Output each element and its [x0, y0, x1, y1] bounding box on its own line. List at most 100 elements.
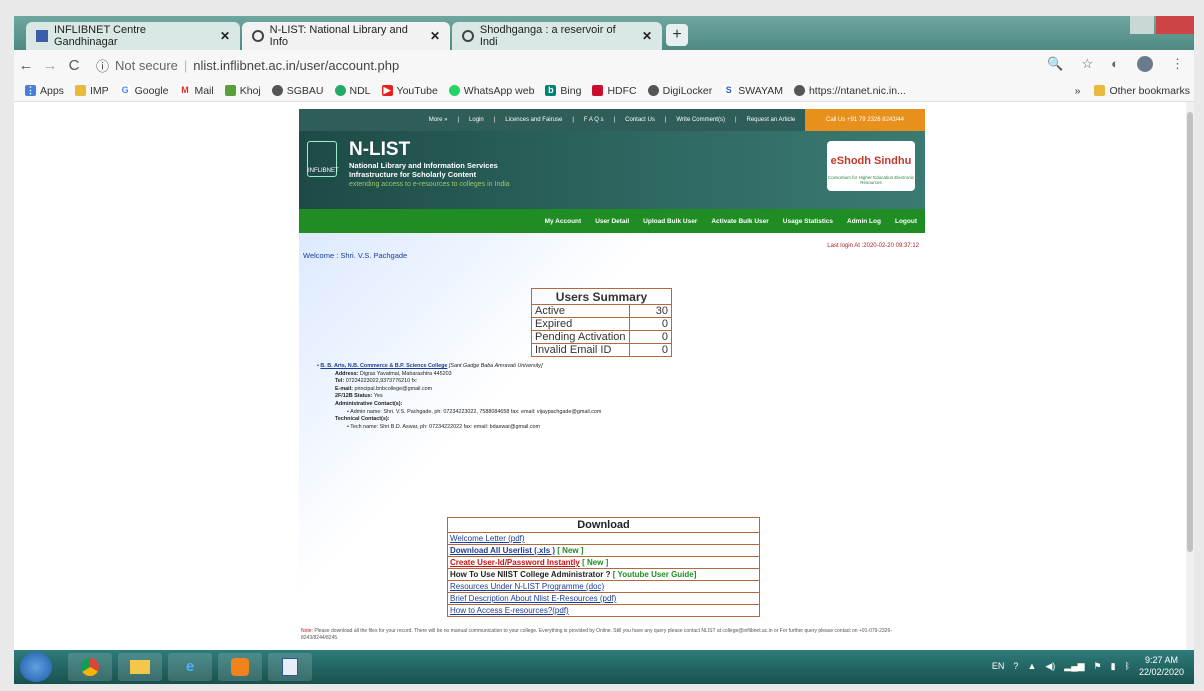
- bookmark-bing[interactable]: b Bing: [545, 85, 581, 97]
- bookmark-ntanet[interactable]: https://ntanet.nic.in...: [793, 85, 906, 97]
- reload-icon[interactable]: C: [62, 57, 86, 74]
- college-email: principal.bnbcollege@gmail.com: [354, 385, 433, 392]
- college-name-link[interactable]: B. B. Arts, N.B. Commerce & B.P. Science…: [320, 363, 447, 369]
- table-row: Resources Under N-LIST Programme (doc): [447, 580, 760, 593]
- brief-description-link[interactable]: Brief Description About Nlist E-Resource…: [450, 594, 616, 603]
- bookmarks-overflow[interactable]: »: [1075, 85, 1081, 97]
- show-hidden-icons[interactable]: ▲: [1027, 661, 1036, 671]
- word-icon[interactable]: [268, 653, 312, 681]
- internet-explorer-icon[interactable]: e: [168, 653, 212, 681]
- chrome-taskbar-icon[interactable]: [68, 653, 112, 681]
- college-details: • B. B. Arts, N.B. Commerce & B.P. Scien…: [317, 363, 602, 430]
- nav-activate-bulk-user[interactable]: Activate Bulk User: [711, 218, 768, 225]
- language-indicator[interactable]: EN: [992, 661, 1005, 671]
- inflibnet-favicon-icon: [36, 30, 48, 42]
- resources-link[interactable]: Resources Under N-LIST Programme (doc): [450, 582, 604, 591]
- profile-avatar-icon[interactable]: [1137, 56, 1153, 72]
- summary-value: 30: [629, 304, 672, 318]
- page-scrollbar[interactable]: [1186, 102, 1194, 650]
- back-arrow-icon[interactable]: ←: [14, 57, 38, 74]
- extension-icon[interactable]: ◐: [1111, 56, 1119, 72]
- windows-start-icon[interactable]: [20, 652, 52, 682]
- bookmark-sgbau[interactable]: SGBAU: [271, 85, 324, 97]
- access-eresources-link[interactable]: How to Access E-resources?(pdf): [450, 606, 569, 615]
- scrollbar-thumb[interactable]: [1187, 112, 1193, 552]
- volume-icon[interactable]: ◀): [1045, 661, 1055, 672]
- media-player-icon[interactable]: [218, 653, 262, 681]
- topnav-write-comment[interactable]: Write Comment(s): [676, 117, 725, 123]
- bookmark-google[interactable]: G Google: [119, 85, 168, 97]
- nav-logout[interactable]: Logout: [895, 218, 917, 225]
- tab-shodhganga[interactable]: Shodhganga : a reservoir of Indi ✕: [452, 22, 662, 50]
- url-field[interactable]: ⓘ Not secure | nlist.inflibnet.ac.in/use…: [96, 56, 1096, 75]
- account-content: Welcome : Shri. V.S. Pachgade Last login…: [299, 233, 925, 650]
- nav-usage-statistics[interactable]: Usage Statistics: [783, 218, 833, 225]
- file-explorer-icon[interactable]: [118, 653, 162, 681]
- brand-line: National Library and Information Service…: [349, 161, 498, 170]
- bluetooth-icon[interactable]: ᛒ: [1125, 661, 1130, 671]
- ndl-icon: [334, 85, 346, 96]
- minimize-button[interactable]: [1130, 16, 1154, 34]
- bookmark-label: IMP: [89, 84, 109, 97]
- close-tab-icon[interactable]: ✕: [634, 29, 652, 43]
- table-row: Welcome Letter (pdf): [447, 532, 760, 545]
- action-center-flag-icon[interactable]: ⚑: [1094, 661, 1102, 672]
- create-user-link[interactable]: Create User-Id/Password Instantly: [450, 558, 580, 567]
- field-label: Administrative Contact(s):: [335, 400, 403, 407]
- close-tab-icon[interactable]: ✕: [422, 29, 440, 43]
- bookmark-digilocker[interactable]: DigiLocker: [647, 85, 712, 97]
- download-title: Download: [447, 517, 760, 533]
- globe-icon: [271, 85, 283, 96]
- tab-title: N-LIST: National Library and Info: [269, 24, 408, 48]
- nav-upload-bulk-user[interactable]: Upload Bulk User: [643, 218, 697, 225]
- topnav-licences[interactable]: Licences and Fairuse: [505, 117, 562, 123]
- menu-kebab-icon[interactable]: ⋮: [1171, 56, 1184, 72]
- topnav-contact[interactable]: Contact Us: [625, 117, 655, 123]
- system-clock[interactable]: 9:27 AM 22/02/2020: [1139, 654, 1184, 678]
- nav-admin-log[interactable]: Admin Log: [847, 218, 881, 225]
- topnav-login[interactable]: Login: [469, 117, 484, 123]
- bookmark-youtube[interactable]: ▶ YouTube: [381, 85, 438, 97]
- bookmark-whatsapp[interactable]: WhatsApp web: [448, 85, 534, 97]
- download-userlist-link[interactable]: Download All Userlist (.xls ): [450, 546, 555, 555]
- bookmark-hdfc[interactable]: HDFC: [592, 85, 637, 97]
- bookmark-label: SWAYAM: [738, 84, 783, 97]
- close-tab-icon[interactable]: ✕: [212, 29, 230, 43]
- battery-icon[interactable]: ▮: [1111, 661, 1116, 672]
- page-viewport: More » | Login | Licences and Fairuse | F A…: [14, 102, 1194, 650]
- bookmark-khoj[interactable]: Khoj: [224, 85, 261, 97]
- clock-date: 22/02/2020: [1138, 667, 1184, 677]
- topnav-more[interactable]: More »: [429, 117, 448, 123]
- new-tab-button[interactable]: +: [666, 24, 688, 46]
- bookmark-swayam[interactable]: S SWAYAM: [723, 85, 783, 97]
- brand-subtitle: National Library and Information Service…: [349, 161, 498, 179]
- bookmarks-bar: ⋮ Apps IMP G Google M Mail Khoj SGBAU NDL ▶…: [14, 80, 1194, 102]
- bookmark-imp[interactable]: IMP: [74, 84, 109, 97]
- college-status: Yes: [373, 393, 383, 400]
- brand-title: N-LIST: [349, 139, 411, 160]
- window-close-button[interactable]: [1156, 16, 1194, 34]
- tab-nlist[interactable]: N-LIST: National Library and Info ✕: [242, 22, 450, 50]
- bookmark-apps[interactable]: ⋮ Apps: [25, 85, 64, 97]
- bookmark-ndl[interactable]: NDL: [334, 85, 371, 97]
- info-icon[interactable]: ⓘ: [96, 56, 109, 75]
- network-signal-icon[interactable]: ▂▄▆: [1064, 661, 1084, 672]
- nav-user-detail[interactable]: User Detail: [595, 218, 629, 225]
- bookmark-mail[interactable]: M Mail: [179, 85, 214, 97]
- bookmark-label: Bing: [560, 84, 582, 97]
- site-banner: INFLIBNET N-LIST National Library and In…: [299, 131, 925, 209]
- university-name: [Sant Gadge Baba Amravati University]: [448, 363, 543, 369]
- summary-value: 0: [629, 343, 672, 357]
- zoom-icon[interactable]: 🔍: [1047, 56, 1063, 72]
- tab-inflibnet[interactable]: INFLIBNET Centre Gandhinagar ✕: [26, 22, 240, 50]
- topnav-request-article[interactable]: Request an Article: [747, 117, 796, 123]
- college-address: Digras Yavatmal, Maharashtra 445203: [359, 370, 452, 377]
- other-bookmarks[interactable]: Other bookmarks: [1094, 85, 1190, 97]
- help-icon[interactable]: ?: [1013, 661, 1018, 671]
- topnav-faqs[interactable]: F A Q s: [584, 117, 604, 123]
- welcome-letter-link[interactable]: Welcome Letter (pdf): [450, 534, 525, 543]
- star-bookmark-icon[interactable]: ☆: [1081, 56, 1093, 72]
- nav-my-account[interactable]: My Account: [545, 218, 582, 225]
- youtube-guide-link[interactable]: [ Youtube User Guide]: [613, 570, 697, 579]
- forward-arrow-icon[interactable]: →: [38, 57, 62, 74]
